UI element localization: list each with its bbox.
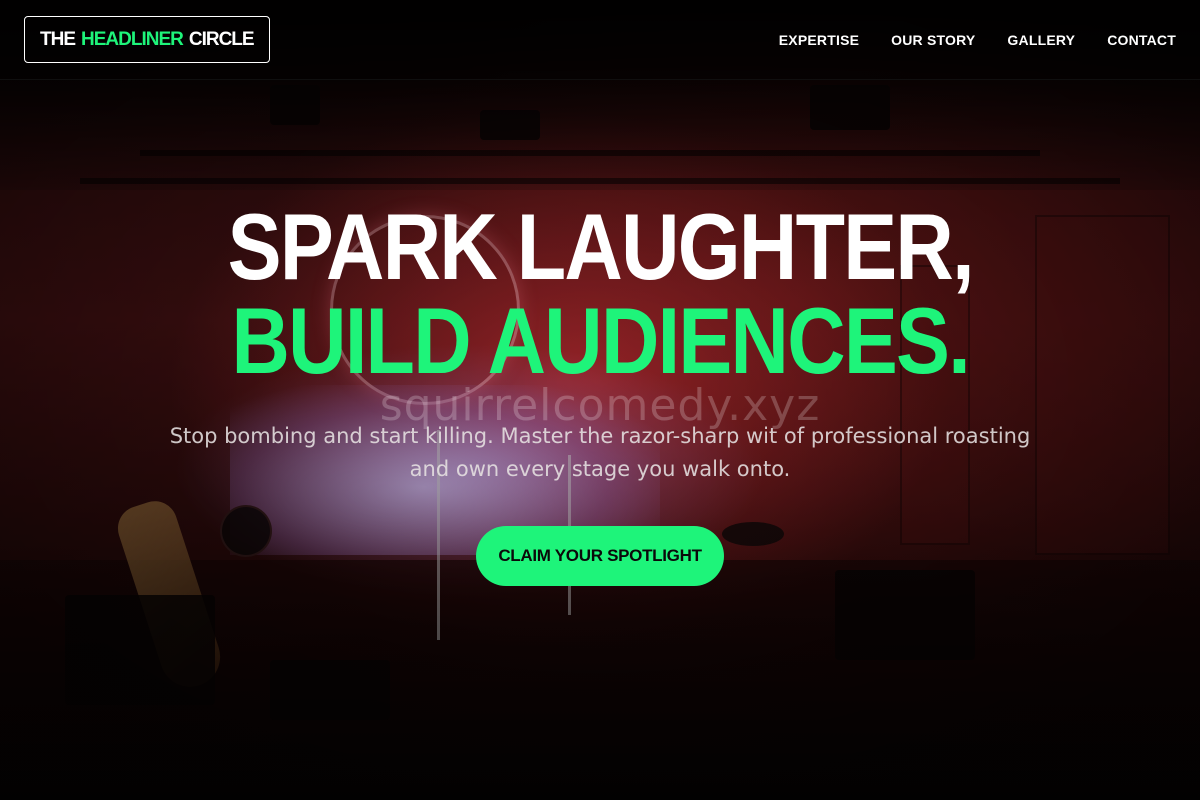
headline-line-1: SPARK LAUGHTER, bbox=[227, 194, 974, 299]
claim-spotlight-button[interactable]: CLAIM YOUR SPOTLIGHT bbox=[476, 526, 724, 586]
logo[interactable]: THE HEADLINER CIRCLE bbox=[24, 16, 270, 63]
logo-text-the: THE bbox=[40, 28, 76, 50]
nav-link-expertise[interactable]: EXPERTISE bbox=[779, 32, 859, 48]
main-nav: EXPERTISE OUR STORY GALLERY CONTACT bbox=[779, 32, 1176, 48]
hero-headline: SPARK LAUGHTER, BUILD AUDIENCES. bbox=[227, 194, 974, 393]
nav-link-our-story[interactable]: OUR STORY bbox=[891, 32, 975, 48]
logo-text-headliner: HEADLINER bbox=[81, 28, 184, 50]
logo-text-circle: CIRCLE bbox=[188, 28, 255, 50]
nav-link-gallery[interactable]: GALLERY bbox=[1007, 32, 1075, 48]
headline-line-2: BUILD AUDIENCES. bbox=[231, 288, 970, 393]
hero-subtitle: Stop bombing and start killing. Master t… bbox=[169, 424, 1031, 481]
nav-link-contact[interactable]: CONTACT bbox=[1107, 32, 1176, 48]
site-header: THE HEADLINER CIRCLE EXPERTISE OUR STORY… bbox=[0, 0, 1200, 80]
hero-section: SPARK LAUGHTER, BUILD AUDIENCES. Stop bo… bbox=[0, 200, 1200, 586]
